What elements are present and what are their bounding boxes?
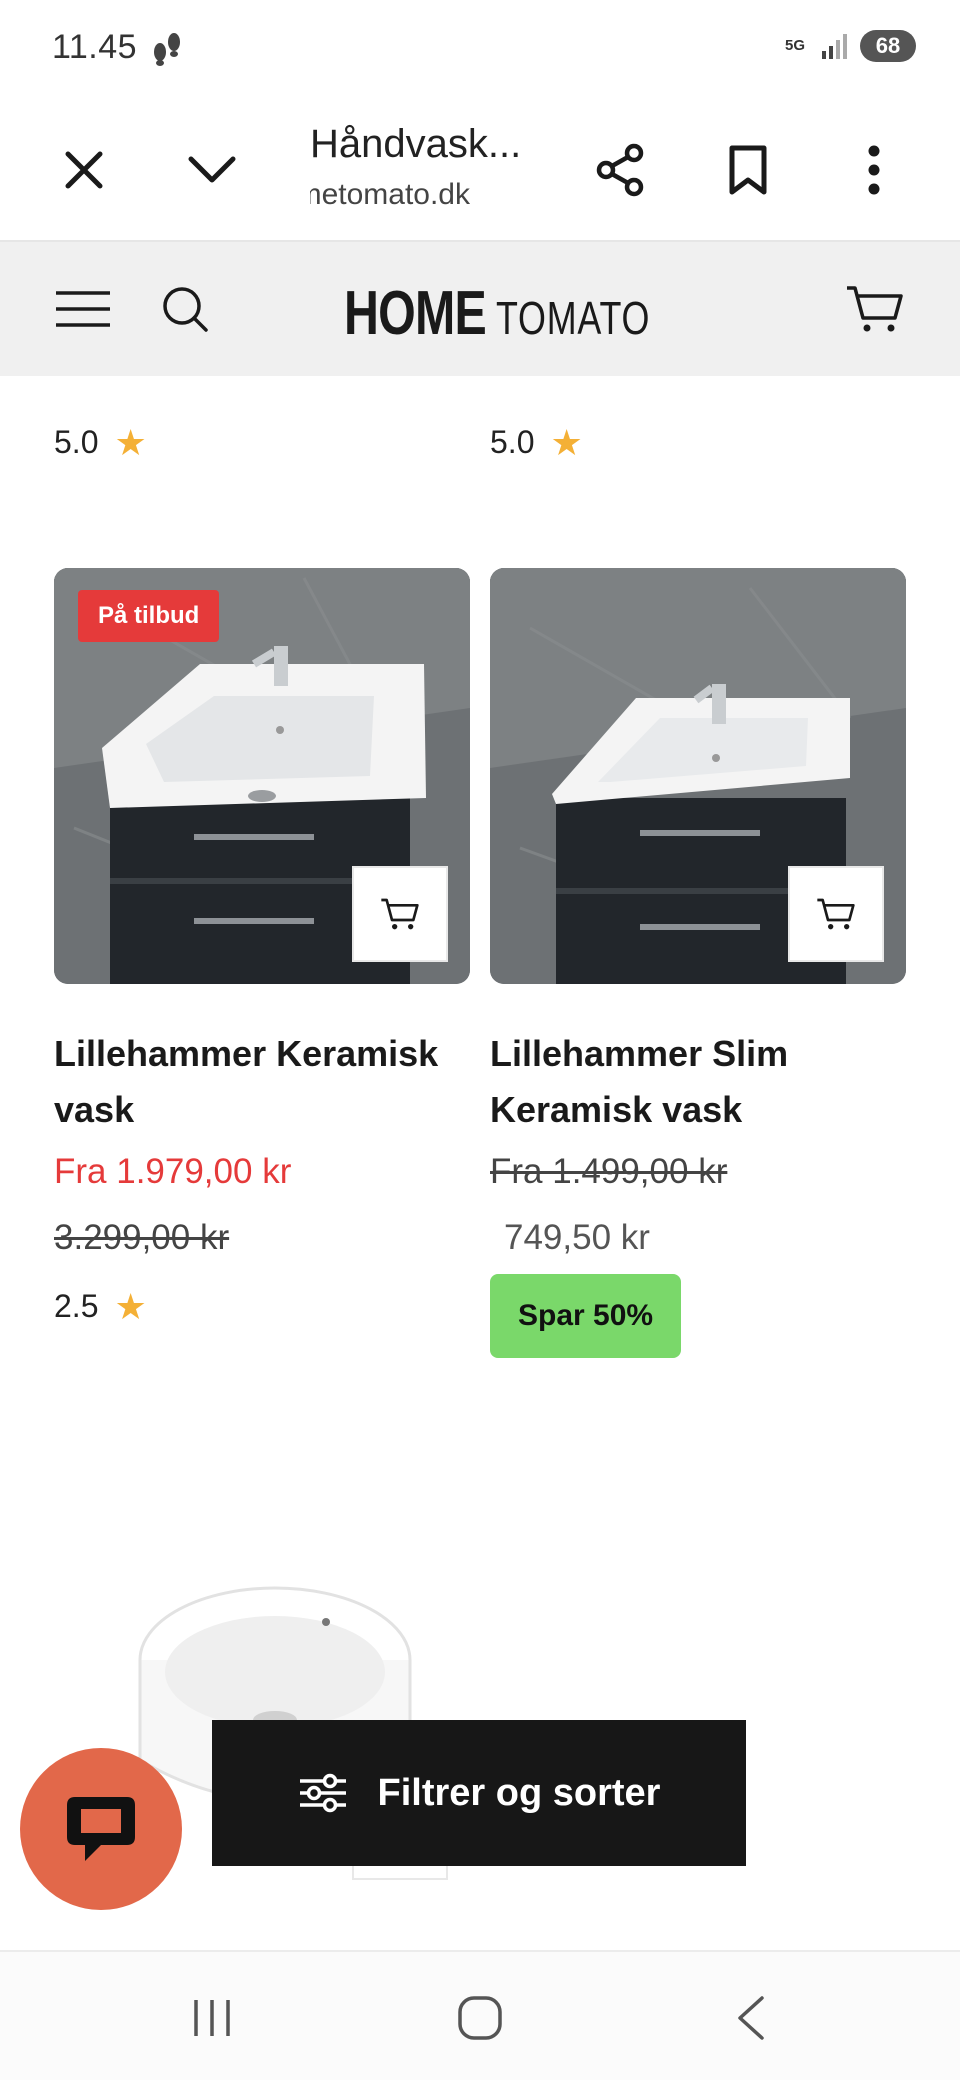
star-icon: ★ bbox=[114, 421, 147, 463]
product-rating: 5.0 ★ bbox=[490, 424, 583, 461]
minimize-button[interactable] bbox=[180, 138, 244, 202]
product-image[interactable] bbox=[490, 568, 906, 984]
recent-apps-button[interactable] bbox=[180, 1986, 244, 2050]
logo-home: HOME bbox=[344, 279, 487, 348]
cart-icon bbox=[381, 898, 419, 930]
rating-value: 5.0 bbox=[490, 424, 535, 460]
home-icon bbox=[458, 1996, 502, 2040]
site-logo[interactable]: HOME TOMATO bbox=[344, 278, 694, 348]
search-icon bbox=[163, 287, 208, 332]
more-vertical-icon bbox=[868, 145, 880, 195]
recent-apps-icon bbox=[194, 2000, 230, 2036]
share-icon bbox=[596, 143, 644, 197]
more-options-button[interactable] bbox=[842, 138, 906, 202]
rating-value: 5.0 bbox=[54, 424, 99, 460]
site-header: HOME TOMATO bbox=[0, 242, 960, 376]
browser-toolbar: Håndvask... hometomato.dk bbox=[0, 100, 960, 242]
add-to-cart-button[interactable] bbox=[352, 866, 448, 962]
signal-icon bbox=[822, 34, 847, 59]
product-price: 749,50 kr bbox=[504, 1218, 650, 1257]
page-title[interactable]: Håndvask... bbox=[310, 122, 521, 167]
battery-indicator: 68 bbox=[860, 30, 916, 62]
status-time: 11.45 bbox=[52, 28, 138, 66]
page-url[interactable]: hometomato.dk bbox=[310, 178, 470, 212]
menu-icon bbox=[56, 291, 110, 327]
system-nav-bar bbox=[0, 1950, 960, 2080]
menu-button[interactable] bbox=[50, 276, 116, 342]
product-price: Fra 1.979,00 kr bbox=[54, 1152, 292, 1191]
star-icon: ★ bbox=[114, 1285, 147, 1327]
sale-badge: På tilbud bbox=[78, 590, 220, 642]
product-rating: 2.5 ★ bbox=[54, 1288, 147, 1325]
chevron-down-icon bbox=[188, 156, 236, 183]
discount-badge: Spar 50% bbox=[490, 1274, 682, 1358]
product-rating: 5.0 ★ bbox=[54, 424, 147, 461]
share-button[interactable] bbox=[588, 138, 652, 202]
status-indicators: 5G 68 bbox=[780, 30, 916, 62]
add-to-cart-button[interactable] bbox=[788, 866, 884, 962]
cart-icon bbox=[817, 898, 855, 930]
filter-sort-label: Filtrer og sorter bbox=[377, 1771, 661, 1814]
product-old-price: 3.299,00 kr bbox=[54, 1218, 230, 1257]
search-button[interactable] bbox=[152, 276, 218, 342]
close-icon bbox=[65, 151, 103, 189]
product-title[interactable]: Lillehammer Keramisk vask bbox=[54, 1026, 474, 1138]
bookmark-button[interactable] bbox=[716, 138, 780, 202]
bookmark-icon bbox=[729, 145, 767, 195]
home-button[interactable] bbox=[448, 1986, 512, 2050]
rating-value: 2.5 bbox=[54, 1288, 99, 1324]
product-old-price: Fra 1.499,00 kr bbox=[490, 1152, 728, 1191]
filter-sliders-icon bbox=[299, 1773, 346, 1813]
logo-tomato: TOMATO bbox=[496, 292, 651, 344]
network-indicator: 5G bbox=[784, 37, 805, 54]
status-bar: 11.45 5G 68 bbox=[0, 0, 960, 100]
chat-icon bbox=[67, 1797, 135, 1861]
close-tab-button[interactable] bbox=[52, 138, 116, 202]
star-icon: ★ bbox=[550, 421, 583, 463]
cart-button[interactable] bbox=[842, 276, 908, 342]
chat-button[interactable] bbox=[20, 1748, 182, 1910]
cart-icon bbox=[847, 286, 903, 332]
product-title[interactable]: Lillehammer Slim Keramisk vask bbox=[490, 1026, 910, 1138]
back-icon bbox=[738, 1996, 764, 2040]
steps-icon bbox=[154, 33, 180, 66]
filter-sort-button[interactable]: Filtrer og sorter bbox=[212, 1720, 746, 1866]
product-image[interactable]: På tilbud bbox=[54, 568, 470, 984]
back-button[interactable] bbox=[718, 1986, 782, 2050]
